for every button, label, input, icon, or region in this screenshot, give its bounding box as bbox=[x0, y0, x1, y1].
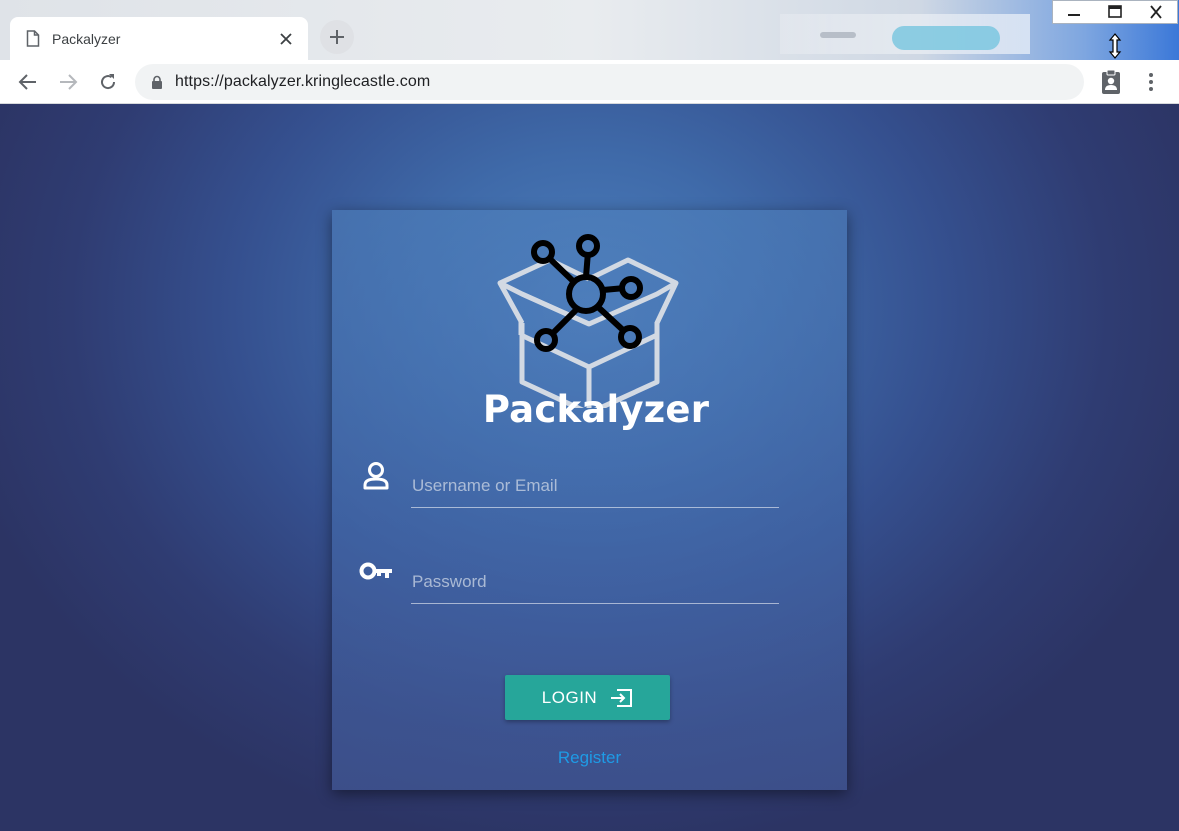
window-controls bbox=[1052, 0, 1178, 24]
register-link[interactable]: Register bbox=[332, 748, 847, 768]
kebab-menu-icon[interactable] bbox=[1141, 70, 1161, 94]
page-background: Packalyzer LOGIN Register bbox=[0, 104, 1179, 831]
lock-icon bbox=[152, 75, 162, 89]
brand-title: Packalyzer bbox=[482, 388, 710, 431]
close-icon bbox=[1150, 5, 1163, 19]
password-input[interactable] bbox=[411, 560, 779, 604]
username-field bbox=[359, 460, 779, 516]
blurred-button bbox=[892, 26, 1000, 50]
login-button-label: LOGIN bbox=[541, 687, 598, 707]
arrow-left-icon bbox=[18, 74, 36, 90]
login-card: Packalyzer LOGIN Register bbox=[332, 210, 847, 790]
close-icon bbox=[280, 32, 292, 45]
page-icon bbox=[26, 30, 40, 47]
resize-cursor-icon bbox=[1108, 33, 1122, 59]
reload-icon bbox=[101, 74, 116, 90]
browser-tab[interactable]: Packalyzer bbox=[10, 17, 308, 60]
maximize-button[interactable] bbox=[1094, 1, 1135, 23]
tab-title: Packalyzer bbox=[52, 30, 121, 47]
login-icon bbox=[611, 688, 633, 707]
blurred-label bbox=[820, 32, 856, 38]
address-bar[interactable]: https://packalyzer.kringlecastle.com bbox=[135, 64, 1084, 100]
clipboard-user-icon[interactable] bbox=[1099, 69, 1123, 95]
minimize-button[interactable] bbox=[1053, 1, 1094, 23]
reload-button[interactable] bbox=[96, 70, 120, 94]
plus-icon bbox=[330, 30, 344, 44]
login-button[interactable]: LOGIN bbox=[505, 675, 670, 720]
tab-close-button[interactable] bbox=[276, 29, 296, 49]
password-field bbox=[359, 556, 779, 612]
minimize-icon bbox=[1067, 14, 1080, 16]
maximize-icon bbox=[1108, 5, 1122, 18]
close-window-button[interactable] bbox=[1136, 1, 1177, 23]
user-icon bbox=[363, 462, 389, 490]
browser-toolbar: https://packalyzer.kringlecastle.com bbox=[0, 60, 1179, 104]
url-text: https://packalyzer.kringlecastle.com bbox=[175, 73, 431, 90]
packalyzer-logo bbox=[497, 234, 679, 408]
username-input[interactable] bbox=[411, 464, 779, 508]
new-tab-button[interactable] bbox=[320, 20, 354, 54]
back-button[interactable] bbox=[16, 70, 40, 94]
arrow-right-icon bbox=[60, 74, 78, 90]
key-icon bbox=[359, 562, 392, 580]
forward-button[interactable] bbox=[56, 70, 80, 94]
